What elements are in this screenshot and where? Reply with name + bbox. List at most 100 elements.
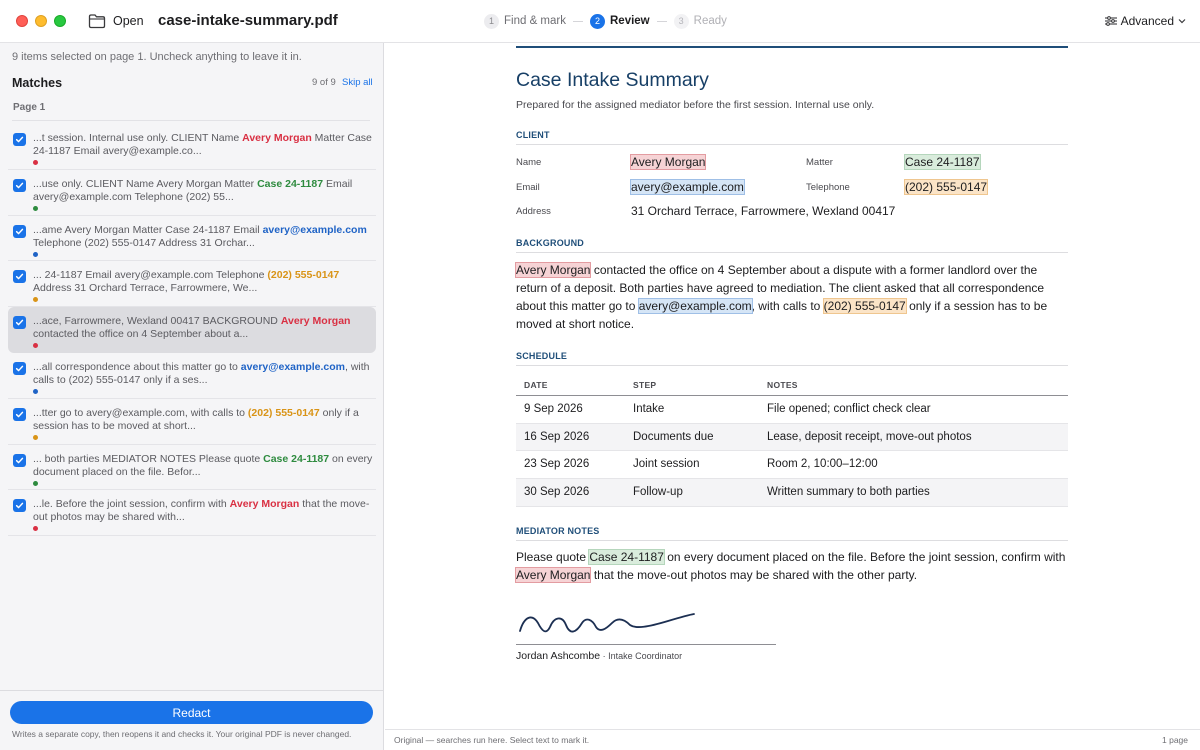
step-separator xyxy=(656,20,667,22)
match-hit: (202) 555-0147 xyxy=(247,406,320,419)
redaction-case-number[interactable]: Case 24-1187 xyxy=(588,549,665,565)
match-item[interactable]: ...use only. CLIENT Name Avery Morgan Ma… xyxy=(8,170,376,216)
redaction-phone[interactable]: (202) 555-0147 xyxy=(822,298,907,314)
minimize-window-button[interactable] xyxy=(35,15,47,27)
matches-sidebar: 9 items selected on page 1. Uncheck anyt… xyxy=(0,43,384,750)
paragraph-text: that the move-out photos may be shared w… xyxy=(590,568,918,582)
telephone-label: Telephone xyxy=(806,182,850,193)
match-context-before: ... both parties MEDIATOR NOTES Please q… xyxy=(33,452,264,465)
match-context: ...all correspondence about this matter … xyxy=(33,361,375,387)
redaction-name[interactable]: Avery Morgan xyxy=(514,567,592,583)
matter-label: Matter xyxy=(806,157,833,168)
match-item[interactable]: ...le. Before the joint session, confirm… xyxy=(8,490,376,537)
skip-all-link[interactable]: Skip all xyxy=(342,77,373,88)
match-context: ... both parties MEDIATOR NOTES Please q… xyxy=(33,453,375,479)
match-item[interactable]: ...ame Avery Morgan Matter Case 24-1187 … xyxy=(8,216,376,262)
match-hit: (202) 555-0147 xyxy=(267,269,340,282)
schedule-table: DATE STEP NOTES 9 Sep 2026 Intake File o… xyxy=(516,373,1068,507)
folder-icon[interactable] xyxy=(88,13,106,29)
category-dot xyxy=(33,205,38,211)
match-checkbox[interactable] xyxy=(13,499,26,513)
match-item[interactable]: ...all correspondence about this matter … xyxy=(8,353,376,399)
step-ready: 3 Ready xyxy=(673,13,727,29)
checkmark-icon xyxy=(15,319,24,326)
cell-step: Joint session xyxy=(633,458,700,471)
match-hit: Case 24-1187 xyxy=(263,452,330,465)
step-label: Find & mark xyxy=(504,15,566,27)
table-header: DATE STEP NOTES xyxy=(516,373,1068,396)
email-label: Email xyxy=(516,182,540,193)
match-checkbox[interactable] xyxy=(13,133,26,146)
address-label: Address xyxy=(516,206,551,217)
category-dot xyxy=(33,251,38,257)
document-title: Case Intake Summary xyxy=(516,69,709,91)
cell-notes: File opened; conflict check clear xyxy=(767,403,931,415)
section-rule xyxy=(516,365,1068,366)
match-item[interactable]: ...tter go to avery@example.com, with ca… xyxy=(8,399,376,445)
step-number: 2 xyxy=(590,13,605,29)
zoom-window-button[interactable] xyxy=(54,15,66,27)
match-checkbox[interactable] xyxy=(13,270,26,284)
section-rule xyxy=(516,144,1068,145)
redaction-email[interactable]: avery@example.com xyxy=(637,298,753,314)
checkmark-icon xyxy=(15,274,24,280)
signer-separator: · xyxy=(600,651,609,661)
status-bar: Original — searches run here. Select tex… xyxy=(385,729,1200,750)
matches-title: Matches xyxy=(12,76,63,90)
match-checkbox[interactable] xyxy=(13,361,26,375)
cell-step: Follow-up xyxy=(633,486,683,499)
category-dot xyxy=(33,480,38,486)
match-checkbox[interactable] xyxy=(13,178,26,192)
checkmark-icon xyxy=(15,182,24,189)
step-review[interactable]: 2 Review xyxy=(590,13,650,29)
section-heading-mediator-notes: MEDIATOR NOTES xyxy=(516,526,600,536)
document-top-rule xyxy=(516,46,1068,48)
table-row: 9 Sep 2026 Intake File opened; conflict … xyxy=(516,396,1068,424)
match-item[interactable]: ... both parties MEDIATOR NOTES Please q… xyxy=(8,445,376,491)
paragraph-text: on every document placed on the file. Be… xyxy=(663,550,1066,564)
redaction-name[interactable]: Avery Morgan xyxy=(514,262,592,278)
status-hint: Original — searches run here. Select tex… xyxy=(394,735,590,745)
redaction-email[interactable]: avery@example.com xyxy=(630,179,745,195)
open-button[interactable]: Open xyxy=(113,14,144,28)
column-header-notes: NOTES xyxy=(767,380,798,390)
divider xyxy=(0,690,384,691)
progress-steps: 1 Find & mark 2 Review 3 Ready xyxy=(484,12,727,30)
checkmark-icon xyxy=(15,411,24,418)
match-item[interactable]: ...t session. Internal use only. CLIENT … xyxy=(8,124,376,170)
advanced-menu-button[interactable]: Advanced xyxy=(1104,14,1186,28)
page-group-label: Page 1 xyxy=(13,102,46,113)
section-heading-background: BACKGROUND xyxy=(516,238,584,248)
match-context: ...tter go to avery@example.com, with ca… xyxy=(33,407,375,433)
signer-role: Intake Coordinator xyxy=(608,651,683,661)
step-find-and-mark[interactable]: 1 Find & mark xyxy=(484,13,566,29)
match-item[interactable]: ... 24-1187 Email avery@example.com Tele… xyxy=(8,261,376,308)
table-row: 30 Sep 2026 Follow-up Written summary to… xyxy=(516,479,1068,507)
match-hit: Case 24-1187 xyxy=(257,177,324,190)
match-context-before: ...le. Before the joint session, confirm… xyxy=(33,498,230,511)
redact-button[interactable]: Redact xyxy=(10,701,373,724)
cell-date: 9 Sep 2026 xyxy=(524,403,583,415)
chevron-down-icon xyxy=(1178,19,1186,24)
signature-image xyxy=(519,613,695,633)
match-checkbox[interactable] xyxy=(13,407,26,421)
paragraph-text: , with calls to xyxy=(751,299,824,313)
match-context-before: ...use only. CLIENT Name Avery Morgan Ma… xyxy=(33,177,258,190)
category-dot xyxy=(33,297,38,303)
redaction-case-number[interactable]: Case 24-1187 xyxy=(904,154,981,170)
cell-notes: Lease, deposit receipt, move-out photos xyxy=(767,430,972,443)
match-context-before: ...tter go to avery@example.com, with ca… xyxy=(33,406,248,419)
match-item[interactable]: ...ace, Farrowmere, Wexland 00417 BACKGR… xyxy=(8,307,376,353)
file-name: case-intake-summary.pdf xyxy=(158,12,338,29)
close-window-button[interactable] xyxy=(16,15,28,27)
category-dot xyxy=(33,160,38,165)
redaction-phone[interactable]: (202) 555-0147 xyxy=(903,179,989,195)
match-checkbox[interactable] xyxy=(13,224,26,238)
redaction-name[interactable]: Avery Morgan xyxy=(629,154,707,170)
match-checkbox[interactable] xyxy=(13,453,26,467)
match-hit: avery@example.com xyxy=(262,223,367,236)
match-checkbox[interactable] xyxy=(13,316,26,330)
match-context: ...ace, Farrowmere, Wexland 00417 BACKGR… xyxy=(33,315,375,341)
match-context-before: ...ame Avery Morgan Matter Case 24-1187 … xyxy=(33,223,263,236)
divider xyxy=(12,120,370,121)
